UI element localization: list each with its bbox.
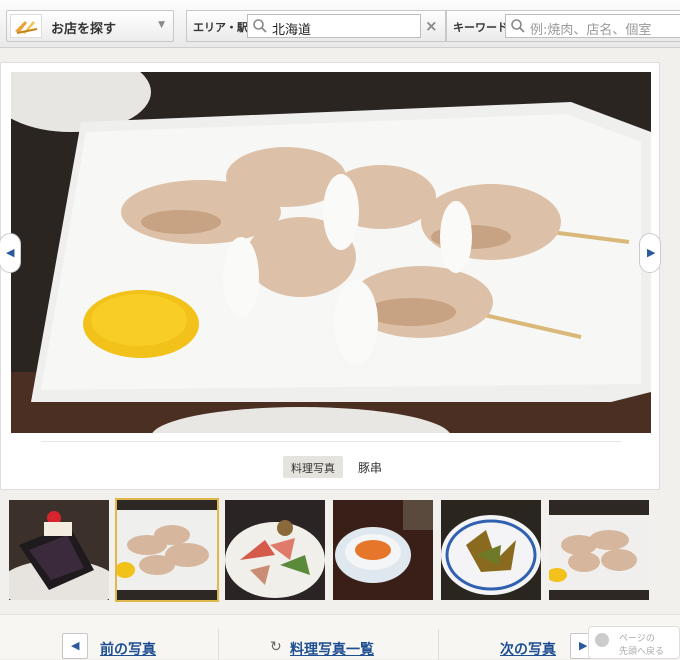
thumbnail[interactable]: [333, 500, 433, 600]
area-input[interactable]: 北海道: [247, 14, 421, 38]
search-bar: お店を探す ▼ エリア・駅 北海道 × キーワード 例:焼肉、店名、個室: [0, 0, 680, 48]
thumbnail-image: [9, 500, 109, 600]
prev-photo-button[interactable]: ◀: [62, 633, 88, 659]
chevron-left-icon: ◀: [6, 246, 15, 259]
keyword-placeholder: 例:焼肉、店名、個室: [530, 23, 652, 38]
area-input-value: 北海道: [272, 23, 312, 38]
search-icon: [511, 19, 525, 33]
photo-category-badge: 料理写真: [283, 456, 343, 478]
thumbnail-image: [549, 500, 649, 600]
thumbnail-strip: [0, 496, 660, 606]
chevron-right-icon: ▶: [647, 246, 656, 259]
caption-divider: [41, 441, 621, 442]
footer-divider: [218, 629, 219, 660]
find-shop-dropdown[interactable]: お店を探す ▼: [6, 10, 174, 42]
food-photo-image: [11, 72, 651, 433]
back-to-top-line1: ページの: [619, 634, 655, 644]
prev-photo-arrow[interactable]: ◀: [0, 233, 21, 273]
chevron-left-icon: ◀: [71, 639, 80, 652]
find-shop-label: お店を探す: [51, 22, 117, 37]
thumbnail-image: [441, 500, 541, 600]
thumbnail-image: [333, 500, 433, 600]
chevron-down-icon: ▼: [158, 20, 165, 30]
next-photo-link[interactable]: 次の写真: [500, 639, 556, 659]
site-logo-icon: [10, 14, 42, 38]
food-photo-list-link[interactable]: 料理写真一覧: [290, 639, 374, 659]
thumbnail-image: [117, 500, 217, 600]
thumbnail[interactable]: [9, 500, 109, 600]
main-photo: [11, 72, 651, 433]
thumbnail[interactable]: [549, 500, 649, 600]
back-to-top-line2: 先頭へ戻る: [619, 647, 665, 657]
refresh-icon: ↻: [270, 639, 282, 655]
prev-photo-link[interactable]: 前の写真: [100, 639, 156, 659]
area-label: エリア・駅: [193, 21, 248, 34]
area-search-group: エリア・駅 北海道 ×: [186, 10, 446, 42]
thumbnail[interactable]: [225, 500, 325, 600]
thumbnail-image: [225, 500, 325, 600]
thumbnail[interactable]: [441, 500, 541, 600]
photo-dish-name: 豚串: [358, 461, 383, 475]
photo-viewer: ◀ ▶ 料理写真 豚串: [0, 62, 661, 490]
photo-footer-nav: ◀ 前の写真 ↻ 料理写真一覧 次の写真 ▶: [0, 614, 680, 660]
keyword-label: キーワード: [453, 21, 508, 34]
keyword-input[interactable]: 例:焼肉、店名、個室: [505, 14, 680, 38]
up-arrow-icon: [595, 633, 609, 647]
thumbnail-selected[interactable]: [115, 498, 219, 602]
search-icon: [253, 19, 267, 33]
footer-divider: [438, 629, 439, 660]
clear-icon[interactable]: ×: [425, 17, 438, 35]
keyword-search-group: キーワード 例:焼肉、店名、個室: [446, 10, 680, 42]
back-to-top-button[interactable]: ページの 先頭へ戻る: [588, 626, 680, 659]
next-photo-arrow[interactable]: ▶: [639, 233, 661, 273]
chevron-right-icon: ▶: [579, 639, 588, 652]
